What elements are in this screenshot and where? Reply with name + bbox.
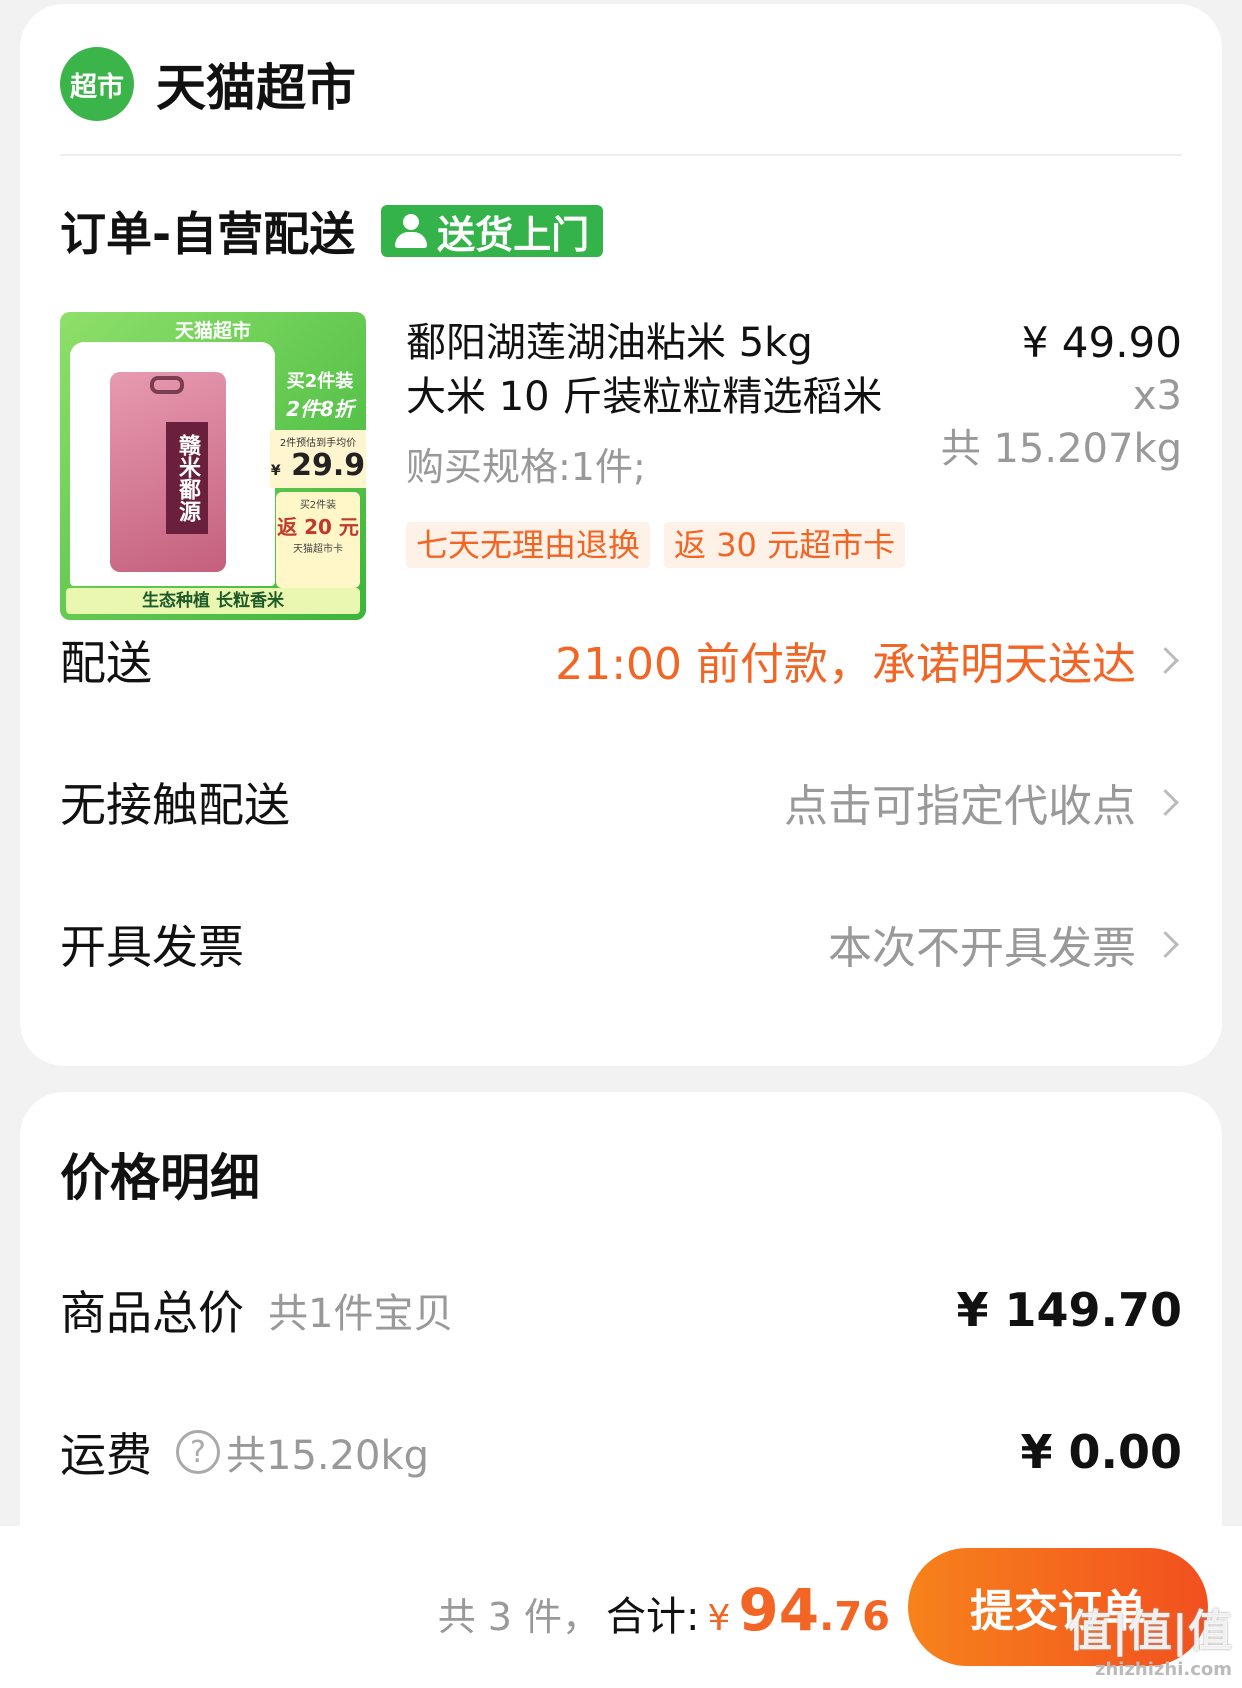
goods-count: 共1件宝贝 xyxy=(268,1291,454,1337)
goods-total-amount: ¥ 149.70 xyxy=(956,1283,1182,1337)
bag-label: 赣米鄱源 xyxy=(166,422,208,534)
total-weight: 共 15.207kg xyxy=(940,426,1182,472)
product-image-rebate: 买2件装 返 20 元 天猫超市卡 xyxy=(276,492,360,588)
delivery-value: 21:00 前付款，承诺明天送达 xyxy=(555,639,1136,690)
bag-handle xyxy=(150,376,184,394)
watermark: 值|值|值 zhizhizhi.com xyxy=(1068,1595,1232,1680)
product-spec[interactable]: 购买规格:1件; xyxy=(406,436,646,491)
tmall-supermarket-logo-icon: 超市 xyxy=(60,47,134,121)
product-image-price: 2件预估到手均价 ¥ 29.9 xyxy=(270,430,366,488)
delivery-label: 配送 xyxy=(60,636,152,690)
price-caption: 2件预估到手均价 xyxy=(279,438,357,449)
chevron-right-icon xyxy=(1152,929,1182,959)
goods-total-label: 商品总价 xyxy=(60,1286,244,1340)
total-decimal: .76 xyxy=(819,1594,890,1640)
total-integer: 94 xyxy=(738,1576,820,1644)
delivery-row[interactable]: 配送 21:00 前付款，承诺明天送达 xyxy=(60,620,1182,700)
order-total: 共 3 件， 合计: ¥ 94 .76 xyxy=(438,1576,890,1644)
order-card: 超市 天猫超市 订单-自营配送 送货上门 天猫超市 赣米鄱源 买2件装 2件8折… xyxy=(20,4,1222,1066)
promo-line-1: 买2件装 xyxy=(286,371,354,392)
price-detail-title: 价格明细 xyxy=(60,1149,260,1207)
rebate-line-1: 买2件装 xyxy=(299,500,337,511)
contactless-label: 无接触配送 xyxy=(60,778,290,832)
product-title[interactable]: 鄱阳湖莲湖油粘米 5kg 大米 10 斤装粒粒精选稻米 xyxy=(406,316,906,424)
store-name[interactable]: 天猫超市 xyxy=(156,48,356,120)
rebate-line-3: 天猫超市卡 xyxy=(293,544,343,555)
order-title: 订单-自营配送 xyxy=(60,207,356,261)
shipping-label: 运费 xyxy=(60,1428,152,1482)
rice-bag-image: 赣米鄱源 xyxy=(110,372,226,572)
invoice-value: 本次不开具发票 xyxy=(828,923,1136,974)
contactless-row[interactable]: 无接触配送 点击可指定代收点 xyxy=(60,762,1182,842)
item-count: 共 3 件， xyxy=(437,1595,601,1639)
goods-total-row: 商品总价 共1件宝贝 ¥ 149.70 xyxy=(60,1270,1182,1350)
product-image[interactable]: 天猫超市 赣米鄱源 买2件装 2件8折 2件预估到手均价 ¥ 29.9 买2件装… xyxy=(60,312,366,620)
rebate-line-2: 返 20 元 xyxy=(277,515,359,539)
tag-seven-day-return: 七天无理由退换 xyxy=(406,522,651,568)
product-title-line-1: 鄱阳湖莲湖油粘米 5kg xyxy=(406,320,813,366)
image-price-value: 29.9 xyxy=(291,448,366,483)
product-image-promo: 买2件装 2件8折 xyxy=(278,367,362,422)
delivery-badge-label: 送货上门 xyxy=(437,212,590,257)
tag-card-rebate: 返 30 元超市卡 xyxy=(664,522,906,568)
product-price-column: ¥ 49.90 x3 共 15.207kg xyxy=(941,316,1182,476)
promo-line-2: 2件8折 xyxy=(286,397,354,421)
image-price-yen: ¥ xyxy=(270,463,281,479)
store-header[interactable]: 超市 天猫超市 xyxy=(60,44,356,124)
image-price: ¥ 29.9 xyxy=(270,449,366,488)
checkout-bar: 共 3 件， 合计: ¥ 94 .76 提交订单 值|值|值 zhizhizhi… xyxy=(0,1526,1242,1688)
total-yen: ¥ xyxy=(707,1598,731,1639)
service-tags: 七天无理由退换 返 30 元超市卡 xyxy=(406,522,906,568)
contactless-value: 点击可指定代收点 xyxy=(784,781,1136,832)
total-label: 合计: xyxy=(606,1594,700,1640)
product-title-line-2: 大米 10 斤装粒粒精选稻米 xyxy=(406,374,883,420)
invoice-row[interactable]: 开具发票 本次不开具发票 xyxy=(60,904,1182,984)
watermark-logo: 值|值|值 xyxy=(1067,1606,1232,1657)
shipping-row: 运费 ? 共15.20kg ¥ 0.00 xyxy=(60,1412,1182,1492)
invoice-label: 开具发票 xyxy=(60,920,244,974)
shipping-weight: 共15.20kg xyxy=(226,1433,430,1479)
person-icon xyxy=(391,211,431,251)
product-image-top-text: 天猫超市 xyxy=(174,320,251,342)
order-title-row: 订单-自营配送 送货上门 xyxy=(60,198,604,264)
watermark-url: zhizhizhi.com xyxy=(1094,1659,1232,1680)
chevron-right-icon xyxy=(1152,645,1182,675)
delivery-badge: 送货上门 xyxy=(381,205,604,257)
unit-price: ¥ 49.90 xyxy=(1021,318,1182,367)
shipping-amount: ¥ 0.00 xyxy=(1020,1425,1182,1479)
quantity: x3 xyxy=(1132,373,1182,419)
divider xyxy=(60,154,1182,156)
chevron-right-icon xyxy=(1152,787,1182,817)
product-image-bottom-text: 生态种植 长粒香米 xyxy=(66,588,360,614)
question-circle-icon[interactable]: ? xyxy=(176,1430,220,1474)
